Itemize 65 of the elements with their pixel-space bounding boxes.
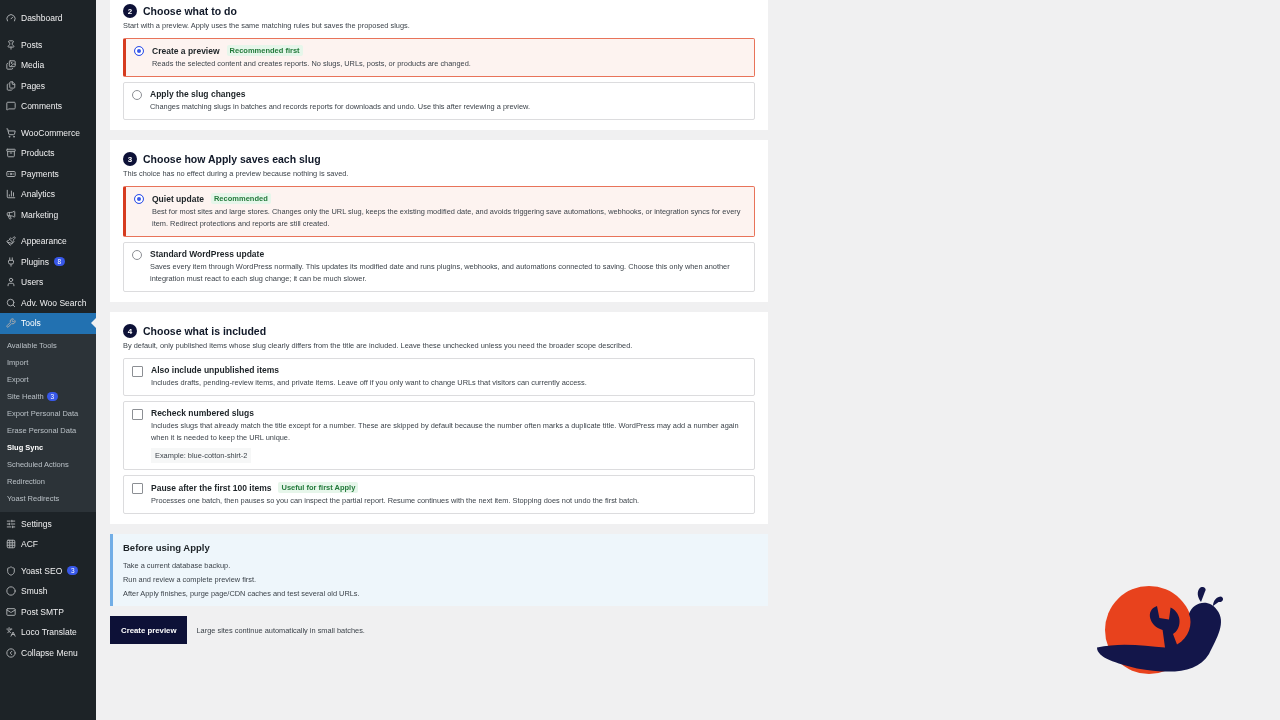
sidebar-item[interactable]: WooCommerce xyxy=(0,122,96,143)
images-icon xyxy=(6,60,16,71)
circle-icon xyxy=(6,586,16,597)
notice-title: Before using Apply xyxy=(123,542,211,553)
radio-button[interactable] xyxy=(132,90,142,100)
checkbox[interactable] xyxy=(132,366,143,377)
pin-icon xyxy=(6,39,16,50)
speech-bubble-icon xyxy=(6,101,16,112)
section-title: Choose what to do xyxy=(143,5,237,17)
bar-chart-icon xyxy=(6,189,16,200)
option-label: Create a preview xyxy=(152,45,220,56)
mail-icon xyxy=(6,606,16,617)
section-title: Choose what is included xyxy=(143,325,267,337)
grid-icon xyxy=(6,539,16,550)
checkbox[interactable] xyxy=(132,483,143,494)
option-label: Pause after the first 100 items xyxy=(151,482,272,493)
sidebar-item[interactable]: Posts xyxy=(0,34,96,55)
radio-button[interactable] xyxy=(132,250,142,260)
user-icon xyxy=(6,277,16,288)
sidebar-item[interactable]: Appearance xyxy=(0,231,96,252)
plug-icon xyxy=(6,256,16,267)
sidebar-item[interactable]: Users xyxy=(0,272,96,293)
sidebar-item[interactable]: Payments xyxy=(0,163,96,184)
sidebar-item[interactable]: Adv. Woo Search xyxy=(0,292,96,313)
option-label: Recheck numbered slugs xyxy=(151,408,254,418)
sidebar-item[interactable]: Analytics xyxy=(0,184,96,205)
section-title: Choose how Apply saves each slug xyxy=(143,153,321,165)
archive-icon xyxy=(6,148,16,159)
sidebar-item[interactable]: Tools xyxy=(0,313,96,334)
paintbrush-icon xyxy=(6,236,16,247)
sidebar-item[interactable]: Pages xyxy=(0,75,96,96)
collapse-icon xyxy=(6,647,16,658)
sidebar-item[interactable]: Loco Translate xyxy=(0,622,96,643)
checkbox[interactable] xyxy=(132,409,143,420)
option-label: Apply the slug changes xyxy=(150,89,246,99)
sidebar-item[interactable]: ACF xyxy=(0,534,96,555)
radio-button[interactable] xyxy=(134,194,144,204)
gauge-icon xyxy=(6,13,16,24)
search-icon xyxy=(6,297,16,308)
files-icon xyxy=(6,80,16,91)
sidebar-item[interactable]: Collapse Menu xyxy=(0,642,96,663)
option-label: Quiet update xyxy=(152,193,204,204)
sidebar-item[interactable]: Settings xyxy=(0,513,96,534)
radio-button[interactable] xyxy=(134,46,144,56)
banknote-icon xyxy=(6,168,16,179)
sidebar-item[interactable]: Smush xyxy=(0,581,96,602)
cart-icon xyxy=(6,127,16,138)
sidebar-item[interactable]: Products xyxy=(0,143,96,164)
option-label: Standard WordPress update xyxy=(150,249,265,259)
step-number: 2 xyxy=(123,4,137,18)
sidebar-item[interactable]: Media xyxy=(0,55,96,76)
wrench-icon xyxy=(6,318,16,329)
current-arrow-icon xyxy=(91,318,96,328)
option-label: Also include unpublished items xyxy=(151,365,279,375)
step-number: 4 xyxy=(123,324,137,338)
sliders-icon xyxy=(6,518,16,529)
sidebar-item[interactable]: Comments xyxy=(0,96,96,117)
shield-icon xyxy=(6,565,16,576)
sidebar-item[interactable]: Marketing xyxy=(0,204,96,225)
sidebar-item[interactable]: Post SMTP xyxy=(0,601,96,622)
sidebar-item[interactable]: Dashboard xyxy=(0,8,96,29)
languages-icon xyxy=(6,627,16,638)
megaphone-icon xyxy=(6,209,16,220)
step-number: 3 xyxy=(123,152,137,166)
option-card[interactable] xyxy=(123,186,755,237)
